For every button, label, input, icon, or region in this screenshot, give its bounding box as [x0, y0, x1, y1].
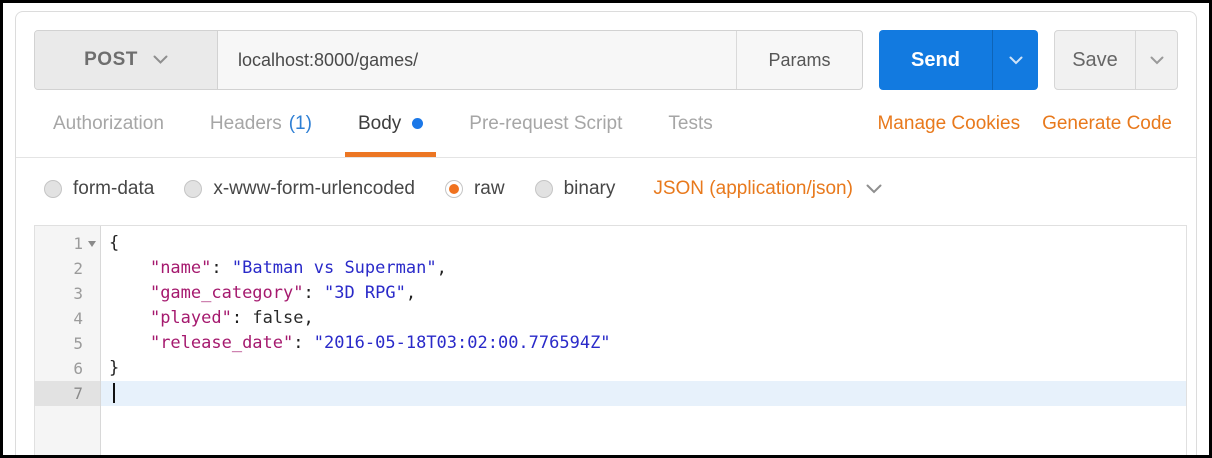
- link-manage-cookies[interactable]: Manage Cookies: [877, 113, 1020, 135]
- code-line[interactable]: "played": false,: [109, 306, 1186, 331]
- code-line[interactable]: {: [109, 231, 1186, 256]
- line-number: 3: [35, 281, 100, 306]
- radio-x-www-form-urlencoded[interactable]: x-www-form-urlencoded: [184, 178, 415, 200]
- chevron-down-icon: [1009, 56, 1023, 65]
- tab-label: Pre-request Script: [469, 113, 622, 135]
- request-panel: POST Params Send Save: [15, 11, 1197, 455]
- tabs: Authorization Headers (1) Body Pre-request S…: [40, 90, 746, 157]
- tab-label: Authorization: [53, 113, 164, 135]
- save-button[interactable]: Save: [1055, 31, 1135, 89]
- line-number: 6: [35, 356, 100, 381]
- body-type-bar: form-datax-www-form-urlencodedrawbinary …: [16, 158, 1196, 220]
- save-dropdown-button[interactable]: [1135, 31, 1177, 89]
- body-type-options: form-data x-www-form-urlencoded raw binary: [44, 178, 615, 200]
- save-split-button: Save: [1054, 30, 1178, 90]
- code-token: :: [303, 283, 323, 303]
- line-number: 4: [35, 306, 100, 331]
- content-type-select[interactable]: JSON (application/json): [653, 178, 882, 200]
- code-token: "game_category": [150, 283, 304, 303]
- line-number: 7: [35, 381, 100, 406]
- content-type-label: JSON (application/json): [653, 178, 853, 200]
- radio-form-data[interactable]: form-data: [44, 178, 154, 200]
- header-links: Manage Cookies Generate Code: [877, 113, 1172, 135]
- code-token: [109, 308, 150, 328]
- code-line[interactable]: "release_date": "2016-05-18T03:02:00.776…: [109, 331, 1186, 356]
- tab-body[interactable]: Body: [345, 90, 436, 157]
- tab-label: Tests: [668, 113, 712, 135]
- request-bar: POST Params Send Save: [16, 12, 1196, 90]
- text-cursor: [113, 383, 115, 403]
- code-token: "3D RPG": [324, 283, 406, 303]
- code-token: "Batman vs Superman": [232, 258, 437, 278]
- radio-circle-icon: [535, 180, 553, 198]
- radio-binary[interactable]: binary: [535, 178, 616, 200]
- code-token: [109, 333, 150, 353]
- tab-pre-request-script[interactable]: Pre-request Script: [456, 90, 635, 157]
- code-line[interactable]: }: [109, 356, 1186, 381]
- line-number: 1: [35, 231, 100, 256]
- params-button[interactable]: Params: [736, 31, 862, 89]
- editor-code[interactable]: { "name": "Batman vs Superman", "game_ca…: [101, 226, 1186, 455]
- code-token: ,: [437, 258, 447, 278]
- code-token: ,: [304, 308, 314, 328]
- tab-tests[interactable]: Tests: [655, 90, 725, 157]
- send-dropdown-button[interactable]: [992, 30, 1038, 90]
- code-token: false: [252, 308, 303, 328]
- editor-gutter: 1234567: [35, 226, 101, 455]
- radio-circle-icon: [184, 180, 202, 198]
- code-token: {: [109, 233, 119, 253]
- code-token: }: [109, 358, 119, 378]
- radio-label: binary: [564, 178, 616, 200]
- raw-body-editor[interactable]: 1234567 { "name": "Batman vs Superman", …: [34, 225, 1187, 455]
- code-token: ,: [406, 283, 416, 303]
- code-token: "played": [150, 308, 232, 328]
- code-token: [109, 283, 150, 303]
- radio-circle-icon: [445, 180, 463, 198]
- tab-authorization[interactable]: Authorization: [40, 90, 177, 157]
- radio-label: raw: [474, 178, 505, 200]
- unsaved-dot-icon: [412, 118, 423, 129]
- code-token: "2016-05-18T03:02:00.776594Z": [314, 333, 611, 353]
- code-token: "name": [150, 258, 211, 278]
- line-number: 5: [35, 331, 100, 356]
- url-group: POST Params: [34, 30, 863, 90]
- code-line[interactable]: "name": "Batman vs Superman",: [109, 256, 1186, 281]
- url-input[interactable]: [218, 31, 736, 89]
- link-generate-code[interactable]: Generate Code: [1042, 113, 1172, 135]
- send-split-button: Send: [879, 30, 1038, 90]
- code-line[interactable]: "game_category": "3D RPG",: [109, 281, 1186, 306]
- chevron-down-icon: [1150, 56, 1164, 65]
- chevron-down-icon: [153, 55, 168, 65]
- tab-headers[interactable]: Headers (1): [197, 90, 325, 157]
- method-label: POST: [84, 49, 138, 71]
- code-token: :: [293, 333, 313, 353]
- send-button[interactable]: Send: [879, 30, 992, 90]
- tab-label: Body: [358, 113, 401, 135]
- fold-arrow-icon[interactable]: [88, 241, 96, 247]
- radio-raw[interactable]: raw: [445, 178, 505, 200]
- code-token: "release_date": [150, 333, 293, 353]
- chevron-down-icon: [866, 184, 882, 194]
- code-token: [109, 258, 150, 278]
- line-number: 2: [35, 256, 100, 281]
- code-token: :: [232, 308, 252, 328]
- radio-label: x-www-form-urlencoded: [213, 178, 415, 200]
- radio-label: form-data: [73, 178, 154, 200]
- method-select[interactable]: POST: [35, 31, 218, 89]
- tab-count-badge: (1): [289, 113, 312, 135]
- tab-label: Headers: [210, 113, 282, 135]
- code-token: :: [211, 258, 231, 278]
- radio-circle-icon: [44, 180, 62, 198]
- tabs-row: Authorization Headers (1) Body Pre-request S…: [16, 90, 1196, 158]
- code-line[interactable]: [101, 381, 1186, 406]
